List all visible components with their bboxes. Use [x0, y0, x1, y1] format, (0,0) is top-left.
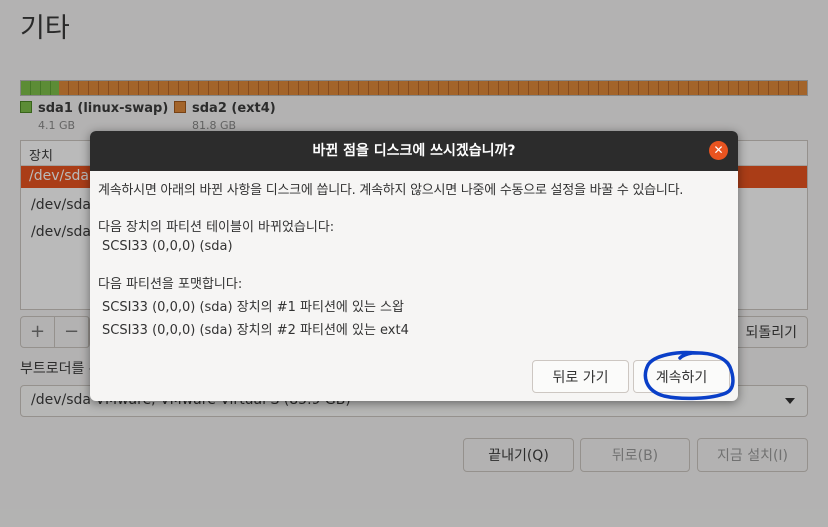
format-item: SCSI33 (0,0,0) (sda) 장치의 #1 파티션에 있는 스왑: [102, 300, 404, 315]
format-item: SCSI33 (0,0,0) (sda) 장치의 #2 파티션에 있는 ext4: [102, 323, 409, 338]
dialog-back-button[interactable]: 뒤로 가기: [532, 360, 629, 393]
dialog-titlebar: 바뀐 점을 디스크에 쓰시겠습니까? ✕: [90, 131, 738, 171]
format-heading: 다음 파티션을 포맷합니다:: [98, 277, 243, 292]
partition-table-device: SCSI33 (0,0,0) (sda): [102, 239, 233, 254]
dialog-continue-button[interactable]: 계속하기: [633, 360, 730, 393]
dialog-body: 계속하시면 아래의 바뀐 사항을 디스크에 씁니다. 계속하지 않으시면 나중에…: [90, 171, 738, 338]
dialog-title: 바뀐 점을 디스크에 쓰시겠습니까?: [312, 143, 516, 159]
confirm-write-dialog: 바뀐 점을 디스크에 쓰시겠습니까? ✕ 계속하시면 아래의 바뀐 사항을 디스…: [90, 131, 738, 401]
close-icon[interactable]: ✕: [709, 141, 728, 160]
partition-table-heading: 다음 장치의 파티션 테이블이 바뀌었습니다:: [98, 220, 335, 235]
dialog-intro: 계속하시면 아래의 바뀐 사항을 디스크에 씁니다. 계속하지 않으시면 나중에…: [98, 183, 684, 198]
